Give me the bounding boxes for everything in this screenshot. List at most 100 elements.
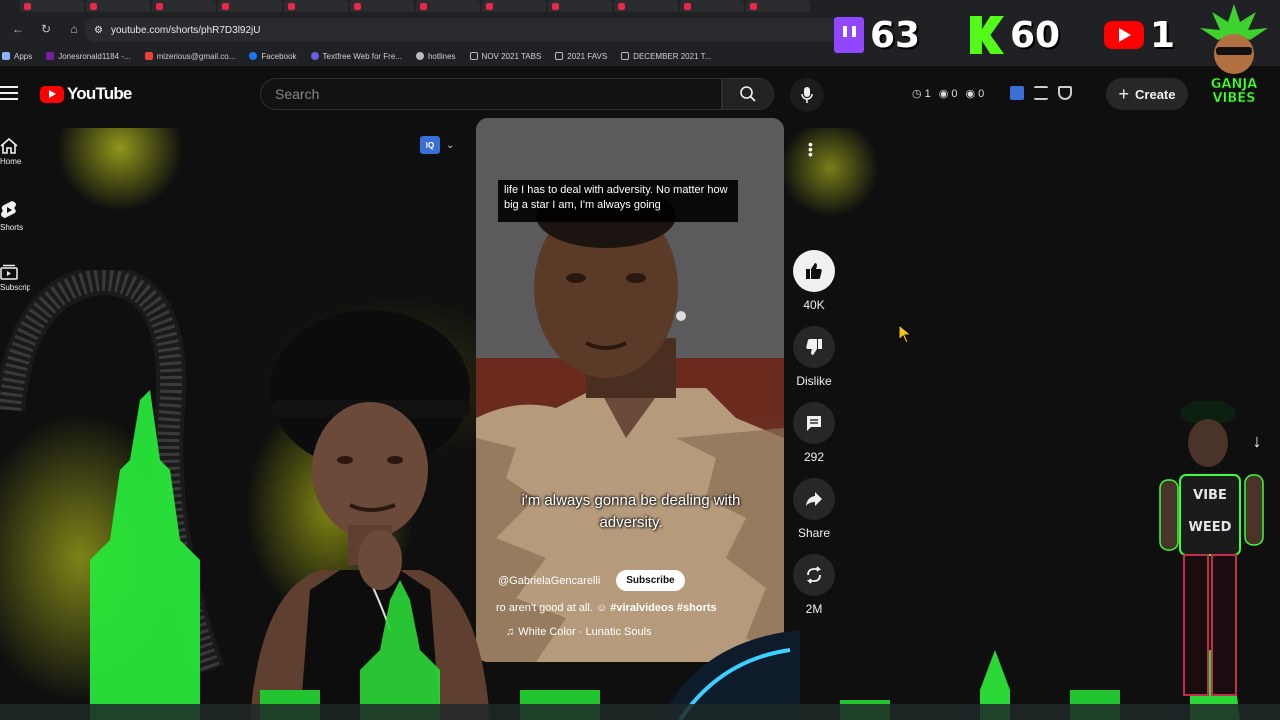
kick-icon [970, 16, 1004, 54]
back-icon[interactable]: ← [10, 21, 26, 37]
comments-button[interactable]: 292 [792, 402, 836, 464]
bookmarks-bar: Apps Jonesronald1184 -... mizerious@gmai… [0, 46, 1280, 66]
browser-tab[interactable] [680, 0, 744, 12]
share-button[interactable]: Share [792, 478, 836, 540]
twitch-count: 63 [870, 14, 921, 56]
dislike-button[interactable]: Dislike [792, 326, 836, 388]
taskbar [0, 704, 1280, 720]
create-button[interactable]: + Create [1106, 78, 1188, 110]
mouse-cursor-icon [898, 324, 912, 344]
youtube-count: 1 [1150, 14, 1176, 56]
browser-tab[interactable] [548, 0, 612, 12]
bookmark-item[interactable]: Jonesronald1184 -... [46, 52, 131, 61]
globe-icon [415, 52, 424, 60]
share-icon [793, 478, 835, 520]
caption-main: i'm always gonna be dealing with adversi… [521, 492, 741, 531]
browser-tab[interactable] [284, 0, 348, 12]
url-text: youtube.com/shorts/phR7D3l92jU [110, 24, 261, 36]
streamer-webcam [250, 310, 490, 720]
folder-icon [555, 52, 564, 60]
stat-views: ◉ 0 [938, 87, 958, 101]
search-button[interactable] [722, 78, 774, 110]
reload-icon[interactable]: ↻ [38, 21, 54, 37]
eye-icon: ◉ [965, 88, 976, 100]
site-info-icon[interactable]: ⚙ [94, 25, 103, 36]
youtube-logo[interactable]: YouTube [40, 84, 132, 104]
twitch-bookmark-icon [46, 52, 55, 60]
iq-icon: IQ [420, 136, 440, 154]
microphone-icon [801, 87, 813, 103]
remix-button[interactable]: 2M [792, 554, 836, 616]
browser-tab[interactable] [20, 0, 84, 12]
bookmark-item[interactable]: Facebook [249, 52, 297, 61]
facebook-icon [249, 52, 258, 60]
remix-icon [793, 554, 835, 596]
browser-tab[interactable] [614, 0, 678, 12]
iq-extension-icon[interactable] [1010, 86, 1024, 100]
sidebar-item-shorts[interactable]: Shorts [0, 200, 40, 232]
music-info[interactable]: ♫ White Color · Lunatic Souls [506, 626, 652, 638]
bookmark-folder[interactable]: NOV 2021 TABS [469, 52, 541, 61]
youtube-play-icon [40, 85, 64, 103]
bookmark-folder[interactable]: 2021 FAVS [555, 52, 607, 61]
gmail-icon [144, 52, 153, 60]
search-input[interactable]: Search [260, 78, 722, 110]
brand-line1: GANJA [1211, 77, 1258, 92]
browser-tab[interactable] [152, 0, 216, 12]
browser-tab[interactable] [482, 0, 546, 12]
browser-tab[interactable] [218, 0, 282, 12]
browser-tab[interactable] [746, 0, 810, 12]
browser-toolbar: ← ↻ ⌂ ⚙ youtube.com/shorts/phR7D3l92jU [0, 12, 1280, 46]
menu-icon[interactable] [0, 86, 18, 100]
search-placeholder: Search [275, 86, 320, 102]
channel-row: @GabrielaGencarelli Subscribe [498, 570, 685, 591]
svg-text:WEED: WEED [1189, 520, 1232, 535]
folder-icon [621, 52, 630, 60]
shorts-video-player[interactable]: life I has to deal with adversity. No ma… [476, 118, 784, 662]
bookmark-folder[interactable]: DECEMBER 2021 T... [621, 52, 711, 61]
bookmark-item[interactable]: mizerious@gmail.co... [144, 52, 235, 61]
music-note-icon: ♫ [506, 626, 515, 638]
search-icon [740, 86, 756, 102]
hashtags[interactable]: #viralvideos #shorts [610, 602, 716, 614]
video-description[interactable]: ro aren't good at all. ☺ #viralvideos #s… [496, 602, 717, 614]
browser-tab[interactable] [350, 0, 414, 12]
bookmark-item[interactable]: hotlines [415, 52, 456, 61]
sidebar-item-label: Shorts [0, 223, 24, 232]
subscribe-button[interactable]: Subscribe [616, 570, 685, 591]
browser-tab-strip [0, 0, 1280, 12]
youtube-logo-text: YouTube [67, 84, 132, 103]
textfree-icon [310, 52, 319, 60]
iq-extension-dropdown[interactable]: IQ ⌄ [420, 136, 454, 154]
address-bar[interactable]: ⚙ youtube.com/shorts/phR7D3l92jU [84, 18, 844, 42]
like-button[interactable]: 40K [792, 250, 836, 312]
create-label: Create [1135, 86, 1176, 102]
more-options-icon[interactable]: • • • [808, 137, 813, 161]
music-title: White Color · Lunatic Souls [518, 626, 652, 638]
channel-name[interactable]: @GabrielaGencarelli [498, 575, 600, 587]
stat-timer: ◷ 1 [912, 87, 931, 101]
list-icon[interactable] [1034, 86, 1048, 100]
svg-text:VIBE: VIBE [1193, 488, 1227, 503]
sidebar-item-home[interactable]: Home [0, 138, 40, 166]
screen: { "browser": { "url": "youtube.com/short… [0, 0, 1280, 720]
home-icon [0, 138, 18, 154]
voice-search-button[interactable] [790, 78, 824, 112]
twitch-viewer-counter: 63 [834, 12, 920, 58]
hose-graphic [0, 270, 225, 676]
extension-stats: ◷ 1 ◉ 0 ◉ 0 [912, 87, 984, 101]
shorts-icon [1, 201, 16, 218]
browser-tab[interactable] [416, 0, 480, 12]
browser-tab[interactable] [86, 0, 150, 12]
trophy-icon[interactable] [1058, 86, 1072, 100]
thumbs-down-icon [793, 326, 835, 368]
bookmark-item[interactable]: Textfree Web for Fre... [310, 52, 402, 61]
bookmark-item[interactable]: Apps [2, 52, 32, 61]
description-text: ro aren't good at all. [496, 602, 593, 614]
dislike-label: Dislike [796, 374, 832, 388]
vibe-weed-avatar: VIBE WEED [1159, 401, 1264, 696]
home-nav-icon[interactable]: ⌂ [66, 21, 82, 37]
youtube-header: YouTube Search ◷ 1 ◉ 0 ◉ 0 + Create [0, 70, 1280, 118]
kick-count: 60 [1010, 14, 1061, 56]
youtube-viewer-counter: 1 [1104, 12, 1175, 58]
